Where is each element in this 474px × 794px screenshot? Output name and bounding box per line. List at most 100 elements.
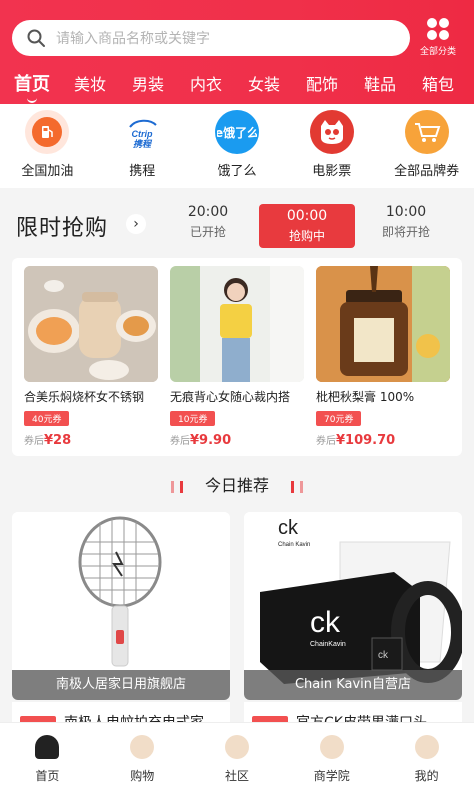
title-decoration <box>300 480 304 493</box>
time-slot-time: 00:00 <box>286 208 328 224</box>
nav-community[interactable]: 社区 <box>190 723 285 794</box>
category-tabs: 首页 美妆 男装 内衣 女装 配饰 鞋品 箱包 <box>0 64 474 103</box>
flash-sale-products: 合美乐焖烧杯女不锈钢 40元券 券后¥28 无痕背心女随心裁内搭 10元券 券后… <box>12 258 462 456</box>
tab-bags[interactable]: 箱包 <box>412 71 464 95</box>
search-bar[interactable]: 请输入商品名称或关键字 <box>12 20 410 56</box>
tab-menswear[interactable]: 男装 <box>122 71 174 95</box>
search-placeholder: 请输入商品名称或关键字 <box>56 31 210 47</box>
ck-logo: ck <box>310 606 341 639</box>
nav-label: 社区 <box>224 769 249 783</box>
time-slot[interactable]: 10:00 即将开抢 <box>358 204 454 248</box>
tab-shoes[interactable]: 鞋品 <box>354 71 406 95</box>
price-value: ¥28 <box>44 433 72 448</box>
recommend-title: 今日推荐 <box>0 472 474 496</box>
header: 请输入商品名称或关键字 全部分类 首页 美妆 男装 内衣 女装 配饰 鞋品 箱包 <box>0 0 474 104</box>
all-categories-button[interactable]: 全部分类 <box>410 18 466 57</box>
flash-sale-title: 限时抢购 <box>16 216 109 241</box>
flash-sale-header: 限时抢购 › 20:00 已开抢 00:00 抢购中 10:00 即将开抢 <box>0 196 474 254</box>
grid-icon <box>427 18 449 40</box>
shop-name: 南极人居家日用旗舰店 <box>12 670 230 700</box>
price-prefix: 券后 <box>170 436 190 447</box>
product-card[interactable]: 无痕背心女随心裁内搭 10元券 券后¥9.90 <box>170 266 304 456</box>
cat-movie-icon <box>309 110 354 154</box>
time-slot-status: 已开抢 <box>189 225 226 239</box>
coupon-badge: 10元券 <box>170 411 216 426</box>
recommend-card[interactable]: ck Chain Kavin ck ChainKavin ck Chain Ka… <box>244 512 462 700</box>
time-slot-time: 20:00 <box>187 204 229 220</box>
product-card[interactable]: 合美乐焖烧杯女不锈钢 40元券 券后¥28 <box>24 266 158 456</box>
profile-icon <box>414 735 439 759</box>
ck-logo: ck <box>278 517 299 539</box>
time-slot[interactable]: 20:00 已开抢 <box>160 204 256 248</box>
time-slot-active[interactable]: 00:00 抢购中 <box>259 204 355 248</box>
title-decoration <box>179 480 183 493</box>
svg-text:Ctrip: Ctrip <box>132 129 153 139</box>
ck-brand: ChainKavin <box>310 641 346 648</box>
tab-accessories[interactable]: 配饰 <box>296 71 348 95</box>
shortcut-label: 电影票 <box>312 164 352 179</box>
book-icon <box>319 735 344 759</box>
shortcut-eleme[interactable]: e饿了么 饿了么 <box>190 104 285 188</box>
product-image <box>316 266 450 382</box>
shop-name: Chain Kavin自营店 <box>244 670 462 700</box>
product-title: 南极人电蚊拍充电式家 <box>64 712 204 722</box>
svg-text:e饿了么: e饿了么 <box>217 125 257 140</box>
nav-shopping[interactable]: 购物 <box>95 723 190 794</box>
shortcut-label: 饿了么 <box>217 164 257 179</box>
tab-home[interactable]: 首页 <box>6 70 58 103</box>
all-categories-label: 全部分类 <box>419 47 456 57</box>
product-image <box>170 266 304 382</box>
ck-brand: Chain Kavin <box>278 542 310 548</box>
recommend-card-caption: 官方CK皮带男满口头 <box>244 702 462 722</box>
nav-home[interactable]: 首页 <box>0 723 95 794</box>
product-name: 枇杷秋梨膏 100% <box>316 390 415 404</box>
nav-label: 我的 <box>414 769 439 783</box>
coupon-badge: 70元券 <box>316 411 362 426</box>
nav-label: 商学院 <box>313 769 350 783</box>
shortcut-ctrip[interactable]: Ctrip 携程 携程 <box>95 104 190 188</box>
fuel-icon <box>25 110 70 154</box>
nav-academy[interactable]: 商学院 <box>284 723 379 794</box>
shortcut-brand-coupons[interactable]: 全部品牌券 <box>379 104 474 188</box>
shortcut-label: 携程 <box>129 164 156 179</box>
shortcut-label: 全部品牌券 <box>394 164 460 179</box>
tab-beauty[interactable]: 美妆 <box>64 71 116 95</box>
recommend-title-text: 今日推荐 <box>204 476 269 495</box>
price-line: 券后¥109.70 <box>316 432 450 448</box>
time-slot-status: 抢购中 <box>288 229 325 243</box>
title-decoration <box>291 480 295 493</box>
shortcut-movie[interactable]: 电影票 <box>284 104 379 188</box>
nav-label: 购物 <box>130 769 155 783</box>
product-title: 官方CK皮带男满口头 <box>296 712 427 722</box>
bottom-nav: 首页 购物 社区 商学院 我的 <box>0 722 474 794</box>
price-prefix: 券后 <box>24 436 44 447</box>
coupon-badge: 40元券 <box>24 411 70 426</box>
shortcut-label: 全国加油 <box>21 164 74 179</box>
community-icon <box>224 735 249 759</box>
ctrip-icon: Ctrip 携程 <box>120 110 165 154</box>
nav-profile[interactable]: 我的 <box>379 723 474 794</box>
ck-logo: ck <box>378 650 389 661</box>
product-name: 合美乐焖烧杯女不锈钢 <box>24 390 145 404</box>
tab-underwear[interactable]: 内衣 <box>180 71 232 95</box>
price-line: 券后¥9.90 <box>170 432 304 448</box>
price-prefix: 券后 <box>316 436 336 447</box>
product-card[interactable]: 枇杷秋梨膏 100% 70元券 券后¥109.70 <box>316 266 450 456</box>
shopping-bag-icon <box>130 735 155 759</box>
price-value: ¥109.70 <box>336 433 396 448</box>
price-line: 券后¥28 <box>24 432 158 448</box>
eleme-icon: e饿了么 <box>214 110 259 154</box>
recommend-card[interactable]: 南极人居家日用旗舰店 <box>12 512 230 700</box>
home-icon <box>35 735 60 759</box>
svg-text:携程: 携程 <box>133 139 153 149</box>
time-slot-status: 即将开抢 <box>381 225 430 239</box>
shortcut-row: 全国加油 Ctrip 携程 携程 e饿了么 饿了么 电影票 全部品牌券 <box>0 104 474 188</box>
title-decoration <box>170 480 174 493</box>
product-image <box>24 266 158 382</box>
recommend-card-caption: 南极人电蚊拍充电式家 <box>12 702 230 722</box>
shortcut-fuel[interactable]: 全国加油 <box>0 104 95 188</box>
product-name: 无痕背心女随心裁内搭 <box>170 390 291 404</box>
shopping-cart-icon <box>404 110 449 154</box>
tab-womenswear[interactable]: 女装 <box>238 71 290 95</box>
chevron-right-icon[interactable]: › <box>126 214 146 234</box>
